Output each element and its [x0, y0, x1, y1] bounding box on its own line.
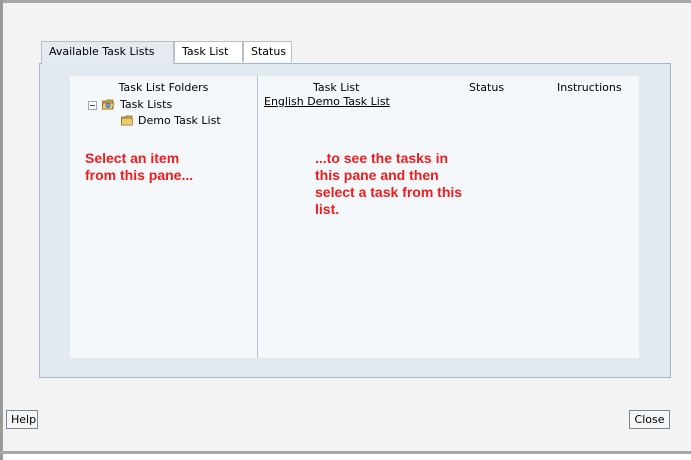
- column-header-instructions[interactable]: Instructions: [557, 81, 622, 94]
- tree-item-label: Task Lists: [120, 98, 173, 111]
- instruction-right: ...to see the tasks in this pane and the…: [315, 150, 462, 218]
- tab-available-task-lists[interactable]: Available Task Lists: [41, 41, 174, 64]
- content-area: Task List Folders Task Lists Demo Task L…: [70, 76, 639, 358]
- instruction-line: from this pane...: [85, 167, 194, 183]
- tab-task-list[interactable]: Task List: [174, 41, 243, 62]
- column-header-status[interactable]: Status: [469, 81, 504, 94]
- open-folder-icon: [102, 99, 114, 110]
- instruction-line: Select an item: [85, 150, 180, 166]
- window-border-bottom: [0, 451, 691, 454]
- tree-item-label: Demo Task List: [138, 114, 221, 127]
- task-list-link[interactable]: English Demo Task List: [264, 95, 390, 108]
- folder-icon: [121, 115, 133, 126]
- tab-status[interactable]: Status: [243, 41, 292, 62]
- instruction-left: Select an item from this pane...: [85, 150, 193, 184]
- instruction-line: list.: [315, 201, 340, 217]
- folder-tree-header: Task List Folders: [118, 81, 209, 94]
- tab-panel: Task List Folders Task Lists Demo Task L…: [39, 63, 671, 378]
- column-header-task-list[interactable]: Task List: [313, 81, 359, 94]
- instruction-line: select a task from this: [315, 184, 463, 200]
- help-button[interactable]: Help: [6, 410, 38, 429]
- task-dialog: Available Task Lists Task List Status Ta…: [3, 3, 691, 451]
- instruction-line: ...to see the tasks in: [315, 150, 449, 166]
- instruction-line: this pane and then: [315, 167, 439, 183]
- folder-tree-pane: Task List Folders Task Lists Demo Task L…: [70, 76, 258, 358]
- close-button[interactable]: Close: [629, 410, 670, 429]
- task-list-pane: Task List Status Instructions English De…: [258, 76, 639, 358]
- collapse-icon[interactable]: [88, 101, 97, 110]
